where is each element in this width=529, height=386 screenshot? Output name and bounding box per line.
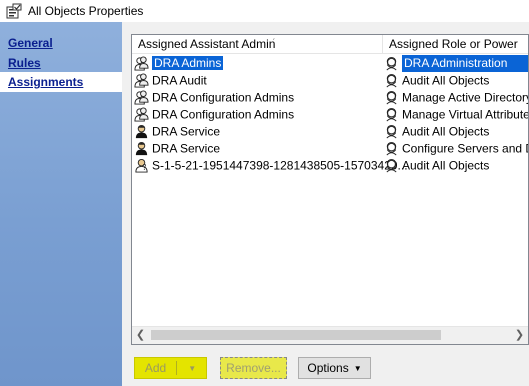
- table-row[interactable]: DRA Configuration Admins Manage Virtual A…: [132, 106, 528, 123]
- role-icon: [384, 90, 399, 105]
- cell-assistant-admin[interactable]: DRA Service: [134, 140, 382, 157]
- cell-role[interactable]: Audit All Objects: [384, 72, 528, 89]
- svg-text:?: ?: [142, 164, 146, 173]
- sidebar-item-assignments[interactable]: Assignments: [8, 75, 83, 89]
- list-header: Assigned Assistant Admin ˊ Assigned Role…: [132, 35, 528, 54]
- cell-assistant-admin[interactable]: DRA Configuration Admins: [134, 106, 382, 123]
- sort-indicator-icon: ˊ: [272, 38, 276, 49]
- cell-role[interactable]: Manage Virtual Attributes: [384, 106, 529, 123]
- title-bar: All Objects Properties: [0, 0, 529, 22]
- window-title: All Objects Properties: [28, 4, 144, 18]
- admin-name: S-1-5-21-1951447398-1281438505-15703429.…: [152, 158, 408, 173]
- properties-icon: [6, 3, 22, 19]
- role-name: Audit All Objects: [402, 158, 490, 173]
- remove-button-label: Remove...: [226, 361, 281, 375]
- scroll-right-icon[interactable]: ❯: [511, 327, 528, 344]
- cell-assistant-admin[interactable]: DRA Admins: [134, 55, 382, 72]
- group-icon: [134, 56, 149, 71]
- group-icon: [134, 90, 149, 105]
- column-header-admin[interactable]: Assigned Assistant Admin ˊ: [132, 35, 383, 53]
- role-icon: [384, 56, 399, 71]
- cell-assistant-admin[interactable]: DRA Service: [134, 123, 382, 140]
- horizontal-scrollbar[interactable]: ❮ ❯: [132, 326, 528, 344]
- admin-name: DRA Admins: [152, 56, 224, 71]
- group-icon: [134, 107, 149, 122]
- add-button-separator: [176, 361, 178, 375]
- chevron-down-icon: ▼: [188, 363, 197, 373]
- role-icon: [384, 141, 399, 156]
- options-button-label: Options: [307, 361, 349, 375]
- group-icon: [134, 73, 149, 88]
- table-row[interactable]: ? S-1-5-21-1951447398-1281438505-15703429…: [132, 157, 528, 174]
- sidebar-item-rules[interactable]: Rules: [8, 56, 41, 70]
- options-button[interactable]: Options ▼: [298, 357, 371, 379]
- table-row[interactable]: DRA Audit Audit All Objects: [132, 72, 528, 89]
- role-icon: [384, 124, 399, 139]
- admin-name: DRA Configuration Admins: [152, 107, 295, 122]
- cell-role[interactable]: Configure Servers and Do: [384, 140, 529, 157]
- cell-assistant-admin[interactable]: DRA Configuration Admins: [134, 89, 382, 106]
- remove-button[interactable]: Remove...: [220, 357, 287, 379]
- table-row[interactable]: DRA Service Audit All Objects: [132, 123, 528, 140]
- column-header-role[interactable]: Assigned Role or Power: [383, 35, 528, 53]
- role-name: Audit All Objects: [402, 73, 490, 88]
- add-button-label: Add: [144, 361, 167, 375]
- cell-assistant-admin[interactable]: DRA Audit: [134, 72, 382, 89]
- admin-name: DRA Audit: [152, 73, 207, 88]
- scroll-left-icon[interactable]: ❮: [132, 327, 149, 344]
- admin-name: DRA Configuration Admins: [152, 90, 295, 105]
- chevron-down-icon: ▼: [353, 363, 362, 373]
- cell-assistant-admin[interactable]: ? S-1-5-21-1951447398-1281438505-15703429…: [134, 157, 408, 174]
- sidebar-item-general[interactable]: General: [8, 36, 53, 50]
- role-name: Configure Servers and Do: [402, 141, 529, 156]
- table-row[interactable]: DRA Service Configure Servers and Do: [132, 140, 528, 157]
- user-icon: [134, 141, 149, 156]
- table-row[interactable]: DRA Configuration Admins Manage Active Di…: [132, 89, 528, 106]
- cell-role[interactable]: Audit All Objects: [384, 157, 528, 174]
- sidebar: General Rules Assignments: [0, 22, 122, 386]
- role-name: Manage Virtual Attributes: [402, 107, 529, 122]
- role-icon: [384, 107, 399, 122]
- cell-role[interactable]: DRA Administration: [384, 55, 528, 73]
- cell-role[interactable]: Manage Active Directory: [384, 89, 529, 106]
- scrollbar-thumb[interactable]: [151, 330, 441, 340]
- role-icon: [384, 158, 399, 173]
- role-name: Manage Active Directory: [402, 90, 529, 105]
- user-icon: [134, 124, 149, 139]
- unknown-user-icon: ?: [134, 158, 149, 173]
- admin-name: DRA Service: [152, 124, 221, 139]
- add-button[interactable]: Add ▼: [134, 357, 207, 379]
- cell-role[interactable]: Audit All Objects: [384, 123, 528, 140]
- assignments-list[interactable]: Assigned Assistant Admin ˊ Assigned Role…: [131, 34, 529, 345]
- role-name: Audit All Objects: [402, 124, 490, 139]
- admin-name: DRA Service: [152, 141, 221, 156]
- role-name: DRA Administration: [402, 55, 528, 73]
- table-row[interactable]: DRA Admins DRA Administration: [132, 55, 528, 73]
- role-icon: [384, 73, 399, 88]
